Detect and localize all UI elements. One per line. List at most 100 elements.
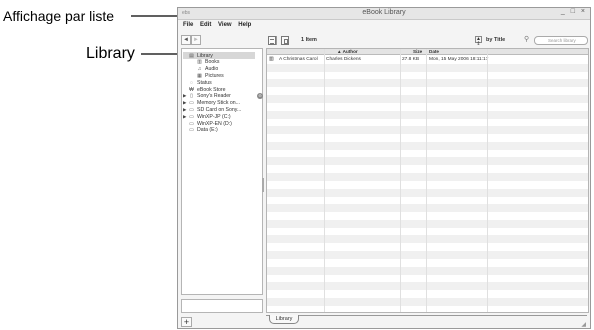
empty-row	[267, 274, 588, 282]
empty-row	[267, 266, 588, 275]
empty-row	[267, 290, 588, 298]
empty-row	[267, 297, 588, 306]
empty-row	[267, 228, 588, 236]
nav-buttons: ◄ ►	[181, 35, 201, 46]
library-icon: ▤	[189, 52, 194, 59]
tab-library[interactable]: Library	[269, 315, 299, 324]
menu-view[interactable]: View	[218, 22, 232, 28]
empty-row	[267, 95, 588, 103]
window-title: eBook Library	[362, 9, 406, 16]
empty-row	[267, 134, 588, 142]
book-list-table: ▲ Author Size Date ▥ A Christmas Carol Cha…	[266, 48, 589, 313]
window-controls[interactable]: _ □ ×	[561, 8, 587, 15]
status-icon: ◌	[190, 79, 193, 86]
search-placeholder: Search library	[548, 38, 576, 43]
sd-card-icon: ▭	[189, 106, 194, 113]
column-divider	[426, 49, 427, 312]
column-header-date[interactable]: Date	[429, 49, 439, 54]
menu-bar: File Edit View Help	[178, 21, 590, 31]
empty-row	[267, 243, 588, 251]
cell-date: Mon, 15 May 2006 18:11:17	[429, 57, 489, 62]
empty-row	[267, 87, 588, 95]
menu-file[interactable]: File	[183, 22, 193, 28]
empty-row	[267, 72, 588, 80]
cell-title: A Christmas Carol	[279, 57, 318, 62]
sort-order-button[interactable]: ▲ ⇕	[475, 36, 482, 47]
tab-strip: Library ◢	[266, 315, 587, 328]
cell-author: Charles Dickens	[326, 57, 361, 62]
add-button[interactable]: +	[181, 317, 192, 327]
thumbnail-view-button[interactable]	[281, 36, 289, 45]
sidebar-item-label: Library	[197, 52, 213, 59]
empty-row	[267, 150, 588, 158]
drive-icon: ▭	[189, 127, 194, 134]
empty-row	[267, 306, 588, 312]
empty-row	[267, 181, 588, 189]
search-input[interactable]: ⚲ Search library	[524, 36, 588, 45]
column-header-size[interactable]: Size	[413, 49, 422, 54]
empty-row	[267, 204, 588, 213]
empty-row	[267, 282, 588, 291]
drive-icon: ▭	[189, 113, 194, 120]
callout-library: Library	[86, 45, 135, 62]
sidebar-item-label: WinXP-JP (C:)	[197, 113, 231, 120]
sidebar-item-label: SD Card on Sony...	[197, 106, 242, 113]
toolbar-divider	[276, 36, 277, 45]
callout-list-view: Affichage par liste	[3, 8, 115, 24]
empty-row	[267, 79, 588, 88]
menu-edit[interactable]: Edit	[200, 22, 211, 28]
empty-row	[267, 157, 588, 166]
title-bar: ebs eBook Library _ □ ×	[178, 8, 590, 20]
forward-button[interactable]: ►	[191, 35, 201, 45]
sidebar-item-label: Books	[205, 59, 220, 66]
sidebar-item-label: Pictures	[205, 72, 224, 79]
sidebar-item-label: Memory Stick on...	[197, 100, 240, 107]
empty-row	[267, 219, 588, 228]
sidebar-splitter[interactable]	[262, 178, 264, 192]
empty-row	[267, 110, 588, 119]
music-note-icon: ♫	[197, 66, 202, 73]
table-row[interactable]: ▥ A Christmas Carol Charles Dickens 27.8 KB…	[267, 56, 588, 64]
empty-row	[267, 235, 588, 244]
book-icon: ▥	[269, 57, 274, 62]
menu-help[interactable]: Help	[238, 22, 251, 28]
empty-row	[267, 103, 588, 111]
table-header: ▲ Author Size Date	[267, 49, 588, 55]
column-divider	[400, 49, 401, 312]
drive-icon: ▭	[189, 120, 194, 127]
empty-row	[267, 118, 588, 126]
reader-device-icon: ▯	[190, 93, 193, 100]
empty-row	[267, 212, 588, 220]
cover-preview-panel	[181, 299, 263, 313]
item-count: 1 Item	[301, 37, 317, 43]
ebook-library-window: ebs eBook Library _ □ × File Edit View H…	[177, 7, 591, 329]
empty-row	[267, 141, 588, 150]
cell-size: 27.8 KB	[402, 57, 420, 62]
picture-icon: ▦	[197, 72, 202, 79]
resize-grip-icon[interactable]: ◢	[581, 321, 586, 328]
sidebar-item-label: Data (E:)	[197, 127, 218, 134]
back-button[interactable]: ◄	[181, 35, 191, 45]
sidebar-item-label: eBook Store	[197, 86, 226, 93]
sidebar: ▤ Library ▥ Books ♫ Audio ▦ Pictures ◌ Status ₩ eBo…	[181, 48, 263, 295]
store-icon: ₩	[189, 86, 194, 93]
eject-icon[interactable]: ⊖	[257, 93, 263, 100]
book-icon: ▥	[197, 59, 202, 66]
column-divider	[324, 49, 325, 312]
empty-row	[267, 126, 588, 135]
empty-row	[267, 173, 588, 181]
magnifier-icon: ⚲	[524, 36, 530, 43]
sidebar-item-label: Audio	[205, 66, 219, 73]
list-view-button[interactable]	[268, 36, 276, 45]
sidebar-item-label: Status	[197, 79, 212, 86]
sort-by-select[interactable]: by Title	[486, 37, 505, 43]
column-header-author[interactable]: ▲ Author	[337, 49, 358, 54]
empty-row	[267, 188, 588, 197]
sidebar-item[interactable]: ▭ Data (E:)	[183, 127, 218, 134]
sidebar-item-label: Sony's Reader	[197, 93, 231, 100]
empty-row	[267, 251, 588, 259]
memory-stick-icon: ▭	[189, 100, 194, 107]
sidebar-item-label: WinXP-EN (D:)	[197, 120, 232, 127]
empty-row	[267, 63, 588, 72]
empty-row	[267, 196, 588, 204]
